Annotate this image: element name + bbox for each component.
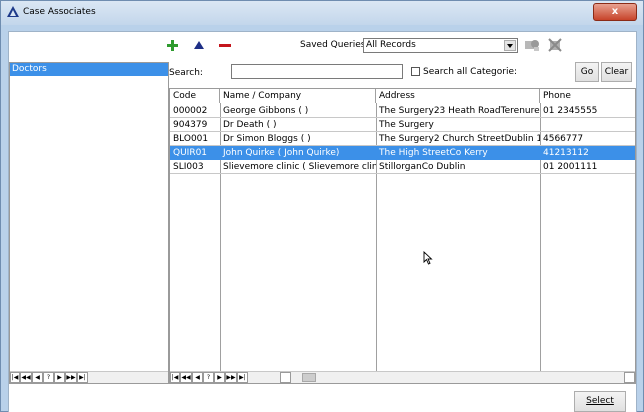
- first-record-button[interactable]: |◀: [170, 372, 180, 383]
- cell-code: 904379: [173, 120, 208, 130]
- move-up-icon[interactable]: [194, 41, 204, 49]
- horizontal-scrollbar[interactable]: [280, 372, 635, 383]
- next-page-button[interactable]: ▶▶: [65, 372, 77, 383]
- mouse-pointer-icon: [423, 251, 433, 265]
- search-label: Search:: [169, 68, 203, 78]
- saved-queries-value: All Records: [366, 40, 416, 50]
- run-query-icon[interactable]: [524, 38, 540, 52]
- column-header-name[interactable]: Name / Company: [220, 89, 376, 103]
- prev-page-button[interactable]: ◀◀: [20, 372, 32, 383]
- cell-name: John Quirke ( John Quirke): [223, 148, 340, 158]
- cell-name: George Gibbons ( ): [223, 106, 309, 116]
- cell-code: QUIR01: [173, 148, 208, 158]
- cell-phone: [540, 118, 635, 132]
- cell-phone: 4566777: [543, 134, 584, 144]
- add-icon[interactable]: [167, 40, 178, 51]
- category-list: Doctors |◀ ◀◀ ◀ ? ▶ ▶▶ ▶|: [9, 62, 169, 384]
- window-title: Case Associates: [23, 7, 96, 17]
- next-record-button[interactable]: ▶: [54, 372, 65, 383]
- cell-phone: 41213112: [543, 148, 589, 158]
- cell-phone: 01 2001111: [543, 162, 598, 172]
- app-triangle-icon: [7, 6, 19, 17]
- cell-code: SLI003: [173, 162, 204, 172]
- search-all-checkbox[interactable]: [411, 67, 420, 76]
- last-record-button[interactable]: ▶|: [237, 372, 248, 383]
- cell-code: 000002: [173, 106, 208, 116]
- delete-icon[interactable]: [219, 44, 231, 47]
- column-header-code[interactable]: Code: [170, 89, 220, 103]
- cell-code: BLO001: [173, 134, 209, 144]
- category-item-doctors[interactable]: Doctors: [10, 63, 168, 76]
- next-record-button[interactable]: ▶: [214, 372, 225, 383]
- column-header-phone[interactable]: Phone: [540, 89, 635, 103]
- close-button[interactable]: x: [593, 3, 637, 21]
- case-associates-window: Case Associates x Saved Queries: All Rec…: [0, 0, 644, 412]
- scroll-thumb[interactable]: [302, 373, 316, 382]
- associates-grid: Code Name / Company Address Phone 000002…: [169, 88, 636, 384]
- cell-phone: 01 2345555: [543, 106, 598, 116]
- saved-queries-label: Saved Queries:: [300, 40, 369, 50]
- grid-header: Code Name / Company Address Phone: [170, 89, 635, 103]
- cell-name: Dr Death ( ): [223, 120, 277, 130]
- chevron-down-icon[interactable]: [504, 40, 516, 51]
- table-row[interactable]: 000002 George Gibbons ( ) The Surgery23 He…: [170, 104, 635, 118]
- clear-button[interactable]: Clear: [601, 62, 632, 82]
- scroll-left-icon[interactable]: [280, 372, 291, 383]
- go-button[interactable]: Go: [575, 62, 599, 82]
- column-header-address[interactable]: Address: [376, 89, 540, 103]
- cell-address: StillorganCo Dublin: [379, 162, 466, 172]
- delete-query-icon[interactable]: [547, 38, 563, 52]
- cell-address: The Surgery2 Church StreetDublin 12: [379, 134, 540, 144]
- prev-record-button[interactable]: ◀: [32, 372, 43, 383]
- cell-address: The Surgery23 Heath RoadTerenureD: [379, 106, 540, 116]
- search-all-label: Search all Categorie:: [423, 67, 518, 77]
- saved-queries-select[interactable]: All Records: [363, 38, 518, 53]
- prev-page-button[interactable]: ◀◀: [180, 372, 192, 383]
- client-area: Saved Queries: All Records Doctors |◀ ◀◀…: [8, 31, 637, 412]
- help-button[interactable]: ?: [203, 372, 214, 383]
- last-record-button[interactable]: ▶|: [77, 372, 88, 383]
- select-button[interactable]: Select: [574, 391, 626, 412]
- table-row[interactable]: SLI003 Slievemore clinic ( Slievemore cli…: [170, 160, 635, 174]
- grid-navigator: |◀ ◀◀ ◀ ? ▶ ▶▶ ▶|: [170, 371, 635, 383]
- table-row[interactable]: BLO001 Dr Simon Bloggs ( ) The Surgery2 Ch…: [170, 132, 635, 146]
- first-record-button[interactable]: |◀: [10, 372, 20, 383]
- toolbar: Saved Queries: All Records: [9, 32, 636, 60]
- scroll-right-icon[interactable]: [624, 372, 635, 383]
- search-input[interactable]: [231, 64, 403, 79]
- next-page-button[interactable]: ▶▶: [225, 372, 237, 383]
- cell-address: The Surgery: [379, 120, 434, 130]
- title-bar[interactable]: Case Associates x: [1, 1, 643, 25]
- category-navigator: |◀ ◀◀ ◀ ? ▶ ▶▶ ▶|: [10, 371, 168, 383]
- cell-address: The High StreetCo Kerry: [379, 148, 488, 158]
- table-row[interactable]: QUIR01 John Quirke ( John Quirke) The High…: [170, 146, 635, 160]
- table-row[interactable]: 904379 Dr Death ( ) The Surgery: [170, 118, 635, 132]
- cell-name: Slievemore clinic ( Slievemore clinic): [223, 162, 376, 172]
- help-button[interactable]: ?: [43, 372, 54, 383]
- prev-record-button[interactable]: ◀: [192, 372, 203, 383]
- cell-name: Dr Simon Bloggs ( ): [223, 134, 311, 144]
